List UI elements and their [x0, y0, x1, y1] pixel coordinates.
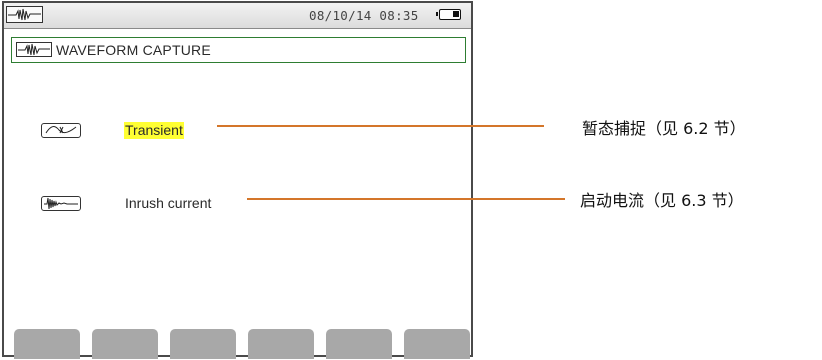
battery-icon [436, 9, 461, 20]
callout-line [247, 198, 565, 200]
softkey-3[interactable] [170, 329, 236, 359]
softkey-1[interactable] [14, 329, 80, 359]
screen-title: WAVEFORM CAPTURE [56, 42, 211, 58]
waveform-icon[interactable] [6, 6, 43, 23]
menu-item-transient[interactable]: Transient [124, 122, 184, 139]
instrument-screen: 08/10/14 08:35 WAVEFORM CAPTURE Transien… [2, 1, 473, 359]
transient-icon[interactable] [41, 123, 81, 138]
callout-inrush-current: 启动电流（见 6.3 节） [580, 191, 744, 210]
inrush-icon[interactable] [41, 196, 81, 211]
callout-line [217, 125, 544, 127]
datetime-display: 08/10/14 08:35 [309, 8, 419, 23]
menu-item-inrush-current[interactable]: Inrush current [124, 195, 212, 212]
softkey-6[interactable] [404, 329, 470, 359]
callout-transient: 暂态捕捉（见 6.2 节） [582, 119, 746, 138]
screen-title-bar: WAVEFORM CAPTURE [11, 37, 466, 63]
waveform-icon [16, 42, 52, 57]
softkey-5[interactable] [326, 329, 392, 359]
status-bar: 08/10/14 08:35 [4, 3, 471, 29]
battery-level [453, 11, 459, 17]
softkey-2[interactable] [92, 329, 158, 359]
softkey-4[interactable] [248, 329, 314, 359]
